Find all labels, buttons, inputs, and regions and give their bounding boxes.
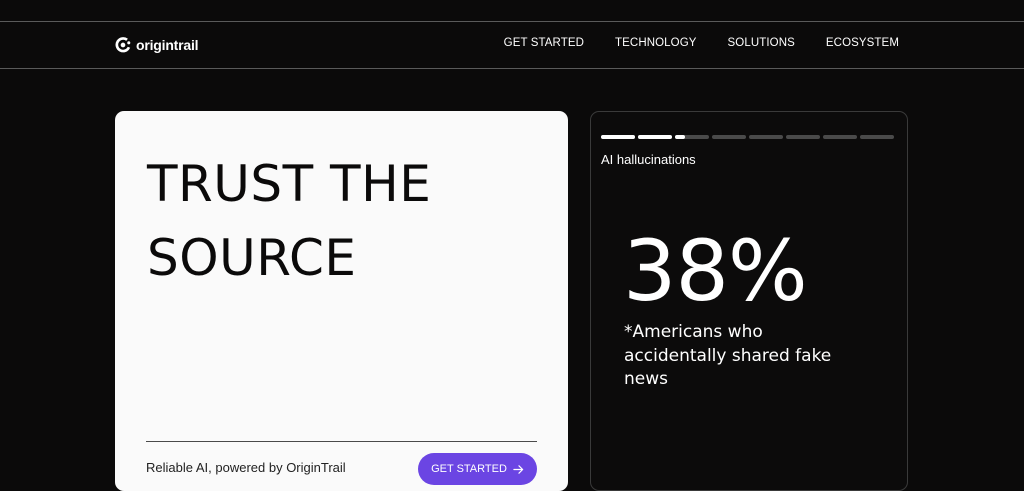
progress-segment-2[interactable] [638,135,672,139]
stat-card: AI hallucinations 38% *Americans who acc… [590,111,908,491]
get-started-button[interactable]: GET STARTED [418,453,537,485]
nav-link-get-started[interactable]: GET STARTED [504,37,584,49]
navbar: origintrail GET STARTED TECHNOLOGY SOLUT… [0,22,1024,69]
hero-card: TRUST THE SOURCE Reliable AI, powered by… [115,111,568,491]
stat-label: AI hallucinations [601,152,696,167]
progress-segment-fill [638,135,672,139]
arrow-right-icon [513,464,524,474]
brand-name: origintrail [136,37,199,53]
get-started-button-label: GET STARTED [431,463,507,475]
progress-segment-7[interactable] [823,135,857,139]
progress-segment-1[interactable] [601,135,635,139]
brand-logo[interactable]: origintrail [114,34,199,56]
progress-segment-3[interactable] [675,135,709,139]
main-nav: GET STARTED TECHNOLOGY SOLUTIONS ECOSYST… [504,37,899,49]
progress-segment-fill [675,135,686,139]
nav-link-technology[interactable]: TECHNOLOGY [615,37,697,49]
hero-divider [146,441,537,442]
hero-title-line-2: SOURCE [147,229,357,287]
progress-segment-5[interactable] [749,135,783,139]
carousel-progress [601,135,894,139]
hero-tagline: Reliable AI, powered by OriginTrail [146,460,346,475]
hero-title: TRUST THE SOURCE [147,147,431,295]
progress-segment-4[interactable] [712,135,746,139]
top-strip [0,0,1024,22]
stat-caption: *Americans who accidentally shared fake … [624,322,832,389]
progress-segment-6[interactable] [786,135,820,139]
hero-title-line-1: TRUST THE [147,155,432,213]
nav-link-solutions[interactable]: SOLUTIONS [728,37,795,49]
origintrail-logo-icon [115,37,131,53]
nav-link-ecosystem[interactable]: ECOSYSTEM [826,37,899,49]
progress-segment-fill [601,135,635,139]
stat-value: 38% [623,222,808,320]
progress-segment-8[interactable] [860,135,894,139]
